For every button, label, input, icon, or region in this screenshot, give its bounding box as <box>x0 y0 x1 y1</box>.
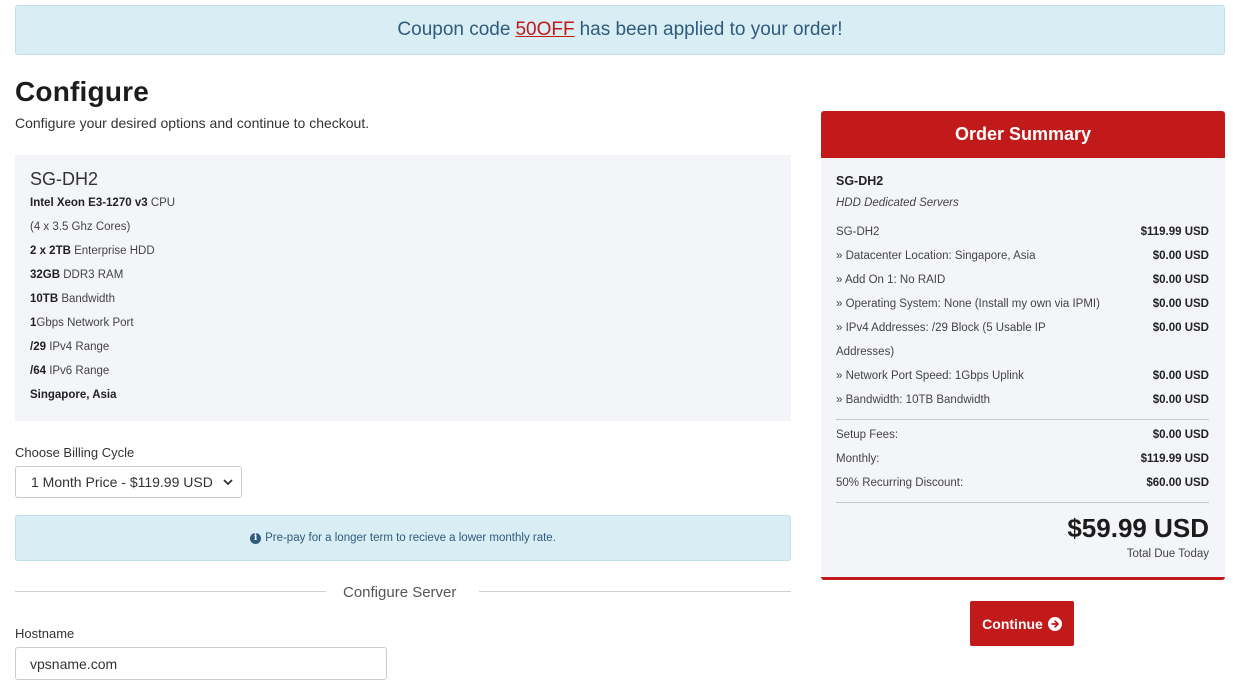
spec-network-port: 1Gbps Network Port <box>30 317 134 329</box>
billing-cycle-select[interactable]: 1 Month Price - $119.99 USD <box>15 466 242 498</box>
page-subtitle: Configure your desired options and conti… <box>15 115 370 131</box>
summary-product-group: HDD Dedicated Servers <box>836 197 959 209</box>
section-divider-left <box>15 591 326 592</box>
product-specs-list: Intel Xeon E3-1270 v3 CPU (4 x 3.5 Ghz C… <box>30 195 175 411</box>
spec-bandwidth: 10TB Bandwidth <box>30 293 116 305</box>
monthly-value: $119.99 USD <box>1140 453 1209 465</box>
spec-ram: 32GB DDR3 RAM <box>30 269 124 281</box>
arrow-circle-right-icon <box>1047 616 1062 631</box>
page-title: Configure <box>15 76 150 107</box>
product-info-panel: SG-DH2 Intel Xeon E3-1270 v3 CPU (4 x 3.… <box>15 155 791 421</box>
billing-cycle-value: 1 Month Price - $119.99 USD <box>31 474 213 490</box>
summary-line-label: » Network Port Speed: 1Gbps Uplink <box>836 370 1024 382</box>
section-divider-right <box>479 591 791 592</box>
coupon-banner: Coupon code 50OFF has been applied to yo… <box>15 5 1225 55</box>
info-icon: i <box>250 532 262 544</box>
hostname-label: Hostname <box>15 626 75 641</box>
setup-fees-value: $0.00 USD <box>1152 429 1209 441</box>
order-summary-panel: Order Summary SG-DH2 HDD Dedicated Serve… <box>821 111 1225 580</box>
spec-location: Singapore, Asia <box>30 389 117 401</box>
product-name: SG-DH2 <box>30 169 99 189</box>
order-summary-title: Order Summary <box>821 111 1225 158</box>
summary-divider <box>836 419 1209 420</box>
hostname-input[interactable] <box>15 647 387 680</box>
spec-ipv6: /64 IPv6 Range <box>30 365 110 377</box>
summary-line-price: $0.00 USD <box>1152 394 1209 406</box>
total-due-label: Total Due Today <box>1126 548 1209 560</box>
summary-line-label: » Add On 1: No RAID <box>836 274 946 286</box>
coupon-code: 50OFF <box>515 19 575 40</box>
summary-line-label: » Datacenter Location: Singapore, Asia <box>836 250 1036 262</box>
chevron-down-icon <box>223 479 233 486</box>
discount-label: 50% Recurring Discount: <box>836 477 964 489</box>
spec-cores: (4 x 3.5 Ghz Cores) <box>30 221 131 233</box>
summary-line-label: SG-DH2 <box>836 226 880 238</box>
continue-button[interactable]: Continue <box>970 601 1074 646</box>
coupon-prefix: Coupon code <box>397 19 511 40</box>
summary-line-price: $119.99 USD <box>1140 226 1209 238</box>
summary-line-price: $0.00 USD <box>1152 274 1209 286</box>
prepay-info-alert: i Pre-pay for a longer term to recieve a… <box>15 515 791 561</box>
prepay-info-text: Pre-pay for a longer term to recieve a l… <box>265 532 556 544</box>
summary-line-label: Addresses) <box>836 346 895 358</box>
summary-line-label: » Bandwidth: 10TB Bandwidth <box>836 394 991 406</box>
summary-line-price: $0.00 USD <box>1152 250 1209 262</box>
summary-divider <box>836 502 1209 503</box>
configure-server-heading: Configure Server <box>343 584 457 601</box>
summary-line-price: $0.00 USD <box>1152 370 1209 382</box>
spec-ipv4: /29 IPv4 Range <box>30 341 110 353</box>
summary-product-name: SG-DH2 <box>836 174 884 188</box>
summary-line-price: $0.00 USD <box>1152 322 1209 334</box>
billing-cycle-label: Choose Billing Cycle <box>15 445 135 460</box>
monthly-label: Monthly: <box>836 453 880 465</box>
spec-cpu: Intel Xeon E3-1270 v3 CPU <box>30 197 176 209</box>
summary-line-label: » IPv4 Addresses: /29 Block (5 Usable IP <box>836 322 1046 334</box>
total-due-amount: $59.99 USD <box>1067 513 1209 543</box>
summary-line-label: » Operating System: None (Install my own… <box>836 298 1100 310</box>
summary-line-price: $0.00 USD <box>1152 298 1209 310</box>
continue-label: Continue <box>982 615 1043 632</box>
coupon-suffix: has been applied to your order! <box>579 19 843 40</box>
spec-storage: 2 x 2TB Enterprise HDD <box>30 245 155 257</box>
discount-value: $60.00 USD <box>1146 477 1209 489</box>
setup-fees-label: Setup Fees: <box>836 429 899 441</box>
